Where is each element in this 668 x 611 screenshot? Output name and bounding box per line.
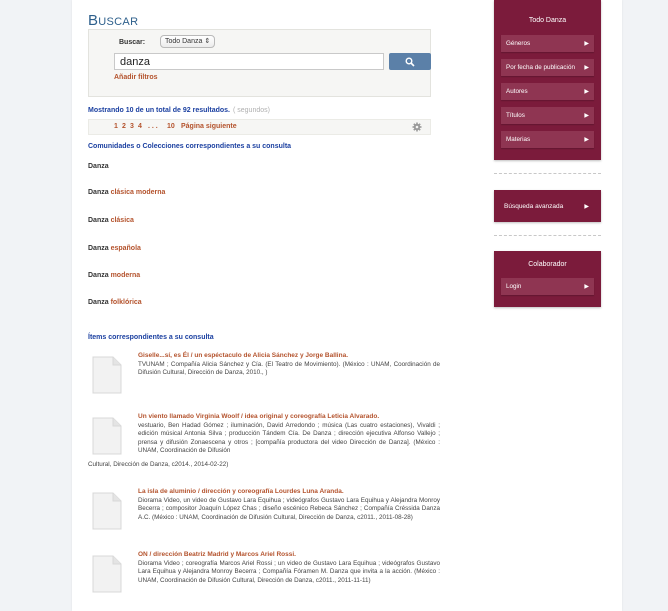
arrow-right-icon: ▶ [584, 41, 589, 47]
search-form: Buscar: Todo Danza ⇕ danza Añadir filtro… [88, 29, 431, 97]
sidebar-item-label: Por fecha de publicación [506, 64, 575, 71]
item-title-link[interactable]: Giselle...sí, es Él / un espéctaculo de … [138, 352, 348, 359]
page-link-10[interactable]: 10 [167, 123, 175, 130]
page-link-3[interactable]: 3 [130, 123, 134, 130]
login-label: Login [506, 283, 522, 290]
document-icon[interactable] [92, 492, 122, 530]
community-link[interactable]: Danza [88, 163, 109, 170]
item-title-link[interactable]: Un viento llamado Virginia Woolf / idea … [138, 413, 379, 420]
add-filters-link[interactable]: Añadir filtros [114, 74, 158, 81]
sidebar-item-label: Materias [506, 136, 531, 143]
community-rest: clásica moderna [110, 189, 166, 196]
page-ellipsis: . . . [148, 123, 158, 130]
scope-select[interactable]: Todo Danza ⇕ [160, 35, 216, 48]
item-title-link[interactable]: ON / dirección Beatriz Madrid y Marcos A… [138, 551, 296, 558]
results-seconds: ( segundos) [232, 107, 270, 114]
items-heading: Ítems correspondientes a su consulta [88, 334, 214, 341]
sidebar-item-label: Géneros [506, 40, 531, 47]
results-summary-text: Mostrando 10 de un total de 92 resultado… [88, 107, 230, 114]
browse-panel-title: Todo Danza [528, 17, 567, 24]
select-arrows-icon: ⇕ [204, 38, 211, 45]
community-bold: Danza [88, 272, 109, 279]
search-button[interactable] [389, 53, 431, 70]
community-link[interactable]: Danza moderna [88, 272, 140, 279]
arrow-right-icon: ▶ [584, 284, 589, 290]
results-summary: Mostrando 10 de un total de 92 resultado… [88, 107, 270, 114]
community-rest: clásica [110, 217, 134, 224]
community-rest: moderna [110, 272, 141, 279]
page-link-2[interactable]: 2 [122, 123, 126, 130]
sidebar-item-label: Títulos [506, 112, 525, 119]
document-icon[interactable] [92, 356, 122, 394]
community-bold: Danza [88, 245, 109, 252]
page-link-1[interactable]: 1 [114, 123, 118, 130]
next-page-link[interactable]: Página siguiente [181, 123, 237, 130]
arrow-right-icon: ▶ [584, 137, 589, 143]
collaborator-panel: Colaborador Login ▶ [494, 251, 601, 307]
login-button[interactable]: Login ▶ [501, 278, 594, 295]
sidebar-item-materias[interactable]: Materias ▶ [501, 131, 594, 148]
community-link[interactable]: Danza folklórica [88, 299, 142, 306]
community-link[interactable]: Danza clásica moderna [88, 189, 165, 196]
community-bold: Danza [88, 217, 109, 224]
document-icon[interactable] [92, 417, 122, 455]
advanced-search-panel[interactable]: Búsqueda avanzada ▶ [494, 190, 601, 222]
document-icon[interactable] [92, 555, 122, 593]
divider [494, 235, 601, 236]
sidebar-item-fecha[interactable]: Por fecha de publicación ▶ [501, 59, 594, 76]
collaborator-title: Colaborador [528, 261, 567, 268]
sidebar-item-titulos[interactable]: Títulos ▶ [501, 107, 594, 124]
search-input[interactable]: danza [114, 53, 384, 70]
page-title: Buscar [88, 12, 139, 29]
community-link[interactable]: Danza clásica [88, 217, 134, 224]
page-container: Buscar Buscar: Todo Danza ⇕ danza Añadir… [72, 0, 622, 611]
community-rest: folklórica [110, 299, 142, 306]
item-description-overflow: Cultural, Dirección de Danza, c2014., 20… [88, 461, 229, 468]
arrow-right-icon: ▶ [584, 113, 589, 119]
communities-heading: Comunidades o Colecciones correspondient… [88, 143, 292, 150]
advanced-search-link[interactable]: Búsqueda avanzada [504, 203, 563, 210]
arrow-right-icon: ▶ [584, 204, 589, 210]
arrow-right-icon: ▶ [584, 89, 589, 95]
item-description: TVUNAM ; Compañía Alicia Sánchez y Cía. … [138, 361, 440, 377]
item-description: Diorama Video, un video de Gustavo Lara … [138, 497, 440, 521]
sidebar-item-generos[interactable]: Géneros ▶ [501, 35, 594, 52]
sidebar-item-autores[interactable]: Autores ▶ [501, 83, 594, 100]
browse-panel: Todo Danza Géneros ▶ Por fecha de publica… [494, 0, 601, 160]
gear-icon[interactable] [412, 122, 422, 132]
search-icon [405, 57, 415, 67]
community-link[interactable]: Danza española [88, 245, 141, 252]
community-bold: Danza [88, 299, 109, 306]
community-rest: española [110, 245, 141, 252]
pagination: 1 2 3 4 . . . 10 Página siguiente [88, 119, 431, 135]
page-link-4[interactable]: 4 [138, 123, 142, 130]
sidebar-item-label: Autores [506, 88, 528, 95]
arrow-right-icon: ▶ [584, 65, 589, 71]
community-bold: Danza [88, 163, 109, 170]
item-title-link[interactable]: La isla de aluminio / dirección y coreog… [138, 488, 344, 495]
scope-select-value: Todo Danza [165, 38, 203, 45]
item-description: Diorama Video ; coreografía Marcos Ariel… [138, 560, 440, 584]
divider [494, 173, 601, 174]
item-description: vestuario, Ben Hadad Gómez ; iluminación… [138, 422, 440, 454]
scope-label: Buscar: [119, 39, 146, 46]
community-bold: Danza [88, 189, 109, 196]
